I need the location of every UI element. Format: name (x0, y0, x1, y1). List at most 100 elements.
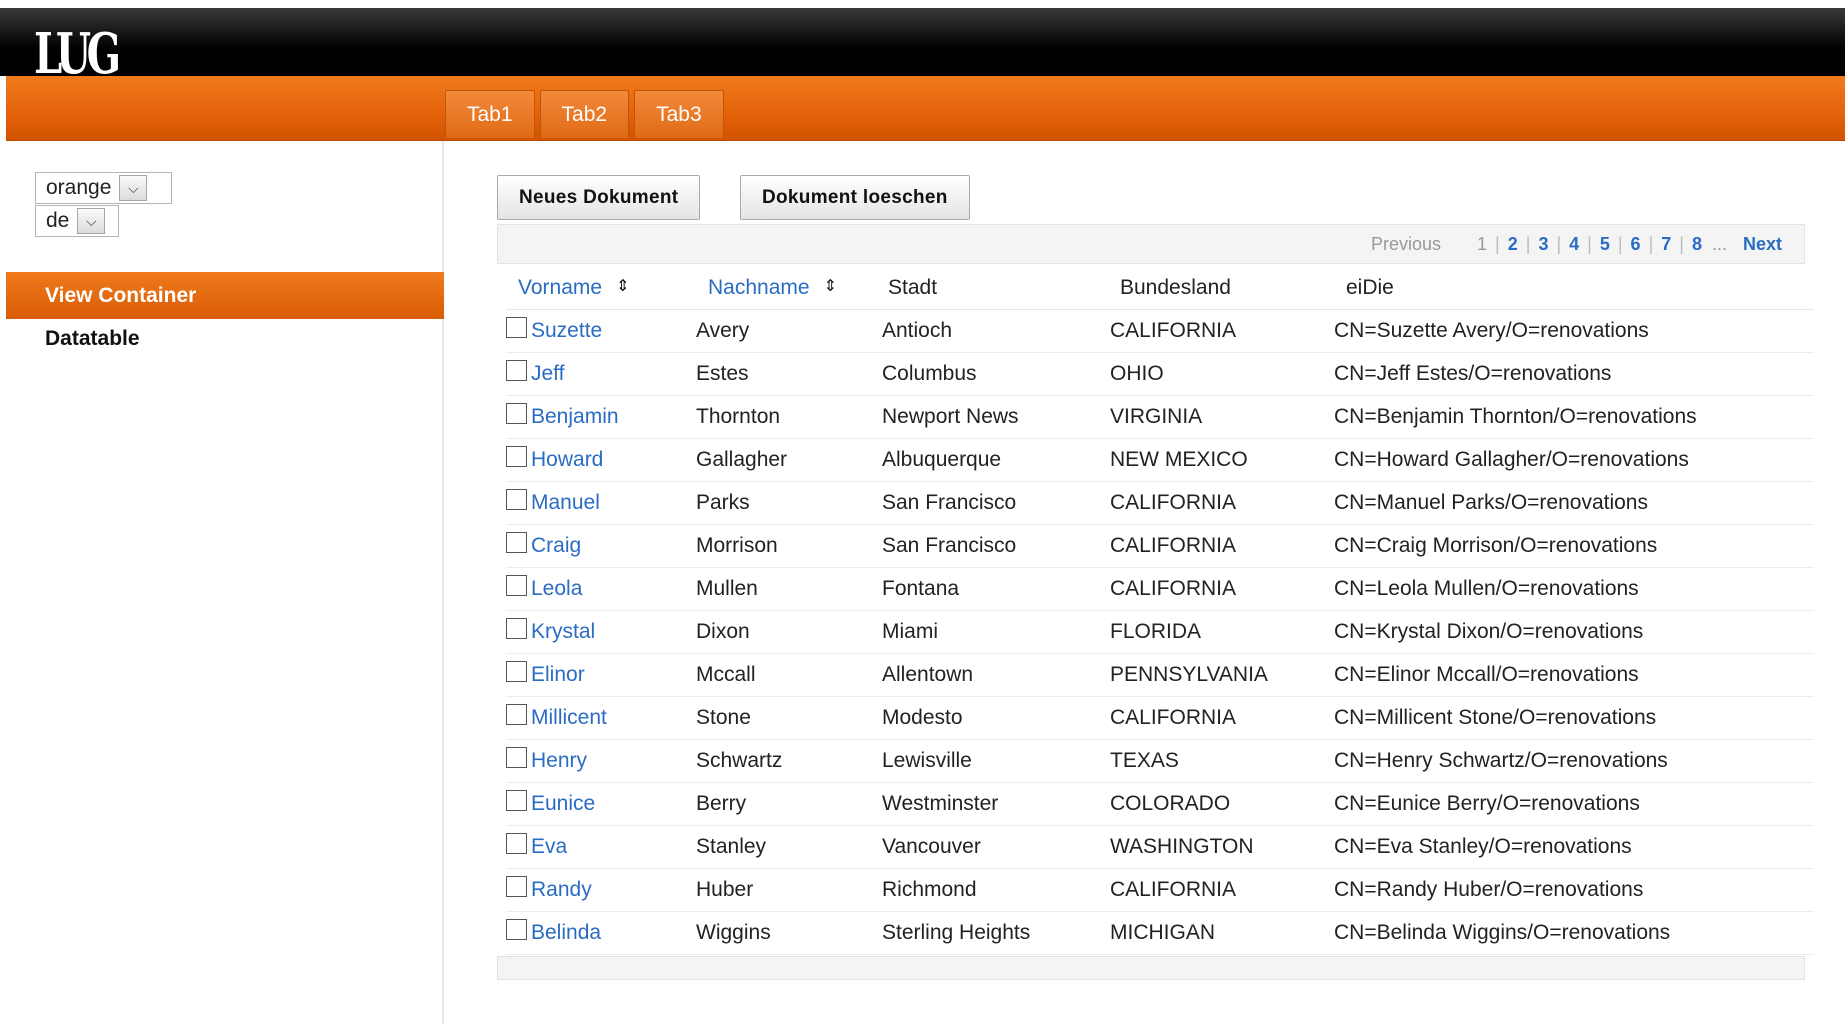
row-link[interactable]: Suzette (531, 319, 602, 342)
header-bar: LUG (0, 0, 1845, 84)
pager-separator: | (1495, 233, 1500, 254)
table-cell-vorname: Howard (506, 438, 696, 482)
row-link[interactable]: Jeff (531, 362, 564, 385)
sidebar-item-view-container[interactable]: View Container (6, 272, 444, 319)
pager-page-4[interactable]: 4 (1569, 234, 1579, 255)
table-cell-eidie: CN=Krystal Dixon/O=renovations (1334, 610, 1814, 654)
table-cell-bundesland: CALIFORNIA (1110, 309, 1334, 353)
row-checkbox[interactable] (506, 402, 527, 424)
row-link[interactable]: Manuel (531, 491, 600, 514)
row-checkbox[interactable] (506, 316, 527, 338)
row-link[interactable]: Krystal (531, 620, 595, 643)
table-cell-vorname: Elinor (506, 653, 696, 697)
table-cell-nachname: Thornton (696, 395, 882, 439)
table-cell-bundesland: PENNSYLVANIA (1110, 653, 1334, 697)
table-cell-nachname: Avery (696, 309, 882, 353)
theme-select-value: orange (46, 176, 112, 199)
row-link[interactable]: Eva (531, 835, 567, 858)
table-cell-stadt: Sterling Heights (882, 911, 1110, 955)
sidebar-item-datatable[interactable]: Datatable (45, 327, 140, 351)
table-cell-eidie: CN=Millicent Stone/O=renovations (1334, 696, 1814, 740)
column-header-vorname[interactable]: Vorname ⇕ (506, 266, 696, 310)
row-checkbox[interactable] (506, 918, 527, 940)
column-header-label: Vorname (518, 275, 603, 299)
pager-separator: | (1617, 233, 1623, 254)
row-checkbox[interactable] (506, 789, 527, 811)
row-link[interactable]: Millicent (531, 706, 607, 729)
tab-1[interactable]: Tab1 (445, 90, 535, 138)
pager-separator: | (1679, 233, 1684, 254)
pager-next[interactable]: Next (1743, 234, 1782, 255)
table-cell-stadt: Allentown (882, 653, 1110, 697)
row-checkbox[interactable] (506, 660, 527, 682)
table-cell-vorname: Eunice (506, 782, 696, 826)
table-cell-eidie: CN=Manuel Parks/O=renovations (1334, 481, 1814, 525)
row-link[interactable]: Eunice (531, 792, 595, 815)
row-checkbox[interactable] (506, 617, 527, 639)
pager-page-3[interactable]: 3 (1538, 234, 1548, 255)
table-cell-eidie: CN=Elinor Mccall/O=renovations (1334, 653, 1814, 697)
table-cell-vorname: Leola (506, 567, 696, 611)
table-cell-eidie: CN=Randy Huber/O=renovations (1334, 868, 1814, 912)
row-link[interactable]: Randy (531, 878, 592, 901)
table-cell-bundesland: VIRGINIA (1110, 395, 1334, 439)
row-checkbox[interactable] (506, 574, 527, 596)
table-row: Howard Gallagher Albuquerque NEW MEXICO CN=H… (506, 438, 1814, 482)
row-checkbox[interactable] (506, 746, 527, 768)
table-cell-nachname: Gallagher (696, 438, 882, 482)
tab-2[interactable]: Tab2 (539, 90, 630, 138)
row-checkbox[interactable] (506, 445, 527, 467)
language-select[interactable]: de ⌵ (35, 205, 119, 237)
row-checkbox[interactable] (506, 488, 527, 510)
table-cell-stadt: Vancouver (882, 825, 1110, 869)
table-row: Eunice Berry Westminster COLORADO CN=Eunice … (506, 782, 1814, 826)
row-link[interactable]: Leola (531, 577, 582, 600)
table-footer-bar (497, 956, 1805, 980)
pager-bar: Previous 1 | 2 | 3 | 4 | 5 | 6 | 7 | 8 .… (497, 224, 1805, 264)
chevron-down-icon[interactable]: ⌵ (119, 175, 148, 201)
pager-page-8[interactable]: 8 (1692, 234, 1702, 255)
new-document-button[interactable]: Neues Dokument (497, 175, 701, 220)
pager-current-page: 1 (1477, 233, 1488, 254)
row-link[interactable]: Elinor (531, 663, 585, 686)
row-checkbox[interactable] (506, 875, 527, 897)
table-cell-stadt: Albuquerque (882, 438, 1110, 482)
pager-previous: Previous (1371, 233, 1442, 254)
table-row: Manuel Parks San Francisco CALIFORNIA CN=Man… (506, 481, 1814, 525)
row-checkbox[interactable] (506, 359, 527, 381)
chevron-down-icon[interactable]: ⌵ (77, 208, 106, 234)
table-cell-vorname: Krystal (506, 610, 696, 654)
table-cell-stadt: San Francisco (882, 524, 1110, 568)
theme-select[interactable]: orange ⌵ (35, 172, 172, 204)
row-checkbox[interactable] (506, 832, 527, 854)
pager-page-6[interactable]: 6 (1631, 234, 1641, 255)
pager-page-5[interactable]: 5 (1600, 234, 1610, 255)
pager-page-2[interactable]: 2 (1508, 234, 1518, 255)
sort-icon[interactable]: ⇕ (616, 278, 629, 295)
table-cell-bundesland: WASHINGTON (1110, 825, 1334, 869)
row-link[interactable]: Howard (531, 448, 603, 471)
pagination: Previous 1 | 2 | 3 | 4 | 5 | 6 | 7 | 8 .… (1371, 225, 1782, 263)
tab-3[interactable]: Tab3 (634, 90, 724, 138)
table-row: Randy Huber Richmond CALIFORNIA CN=Randy Hub… (506, 868, 1814, 912)
row-link[interactable]: Belinda (531, 921, 601, 944)
sort-icon[interactable]: ⇕ (824, 278, 837, 295)
row-link[interactable]: Craig (531, 534, 581, 557)
pager-page-7[interactable]: 7 (1661, 234, 1671, 255)
table-cell-eidie: CN=Leola Mullen/O=renovations (1334, 567, 1814, 611)
pager-separator: | (1556, 233, 1562, 254)
sidebar-item-label: Datatable (45, 327, 140, 350)
row-checkbox[interactable] (506, 531, 527, 553)
logo: LUG (34, 21, 121, 87)
row-link[interactable]: Henry (531, 749, 587, 772)
table-cell-bundesland: CALIFORNIA (1110, 481, 1334, 525)
table-cell-nachname: Wiggins (696, 911, 882, 955)
sidebar: orange ⌵ de ⌵ View Container Datatable (6, 141, 444, 1024)
table-cell-stadt: Miami (882, 610, 1110, 654)
delete-document-button[interactable]: Dokument loeschen (740, 175, 970, 220)
row-link[interactable]: Benjamin (531, 405, 619, 428)
table-cell-nachname: Stanley (696, 825, 882, 869)
row-checkbox[interactable] (506, 703, 527, 725)
column-header-nachname[interactable]: Nachname ⇕ (696, 266, 882, 310)
column-header-label: Nachname (708, 275, 810, 299)
